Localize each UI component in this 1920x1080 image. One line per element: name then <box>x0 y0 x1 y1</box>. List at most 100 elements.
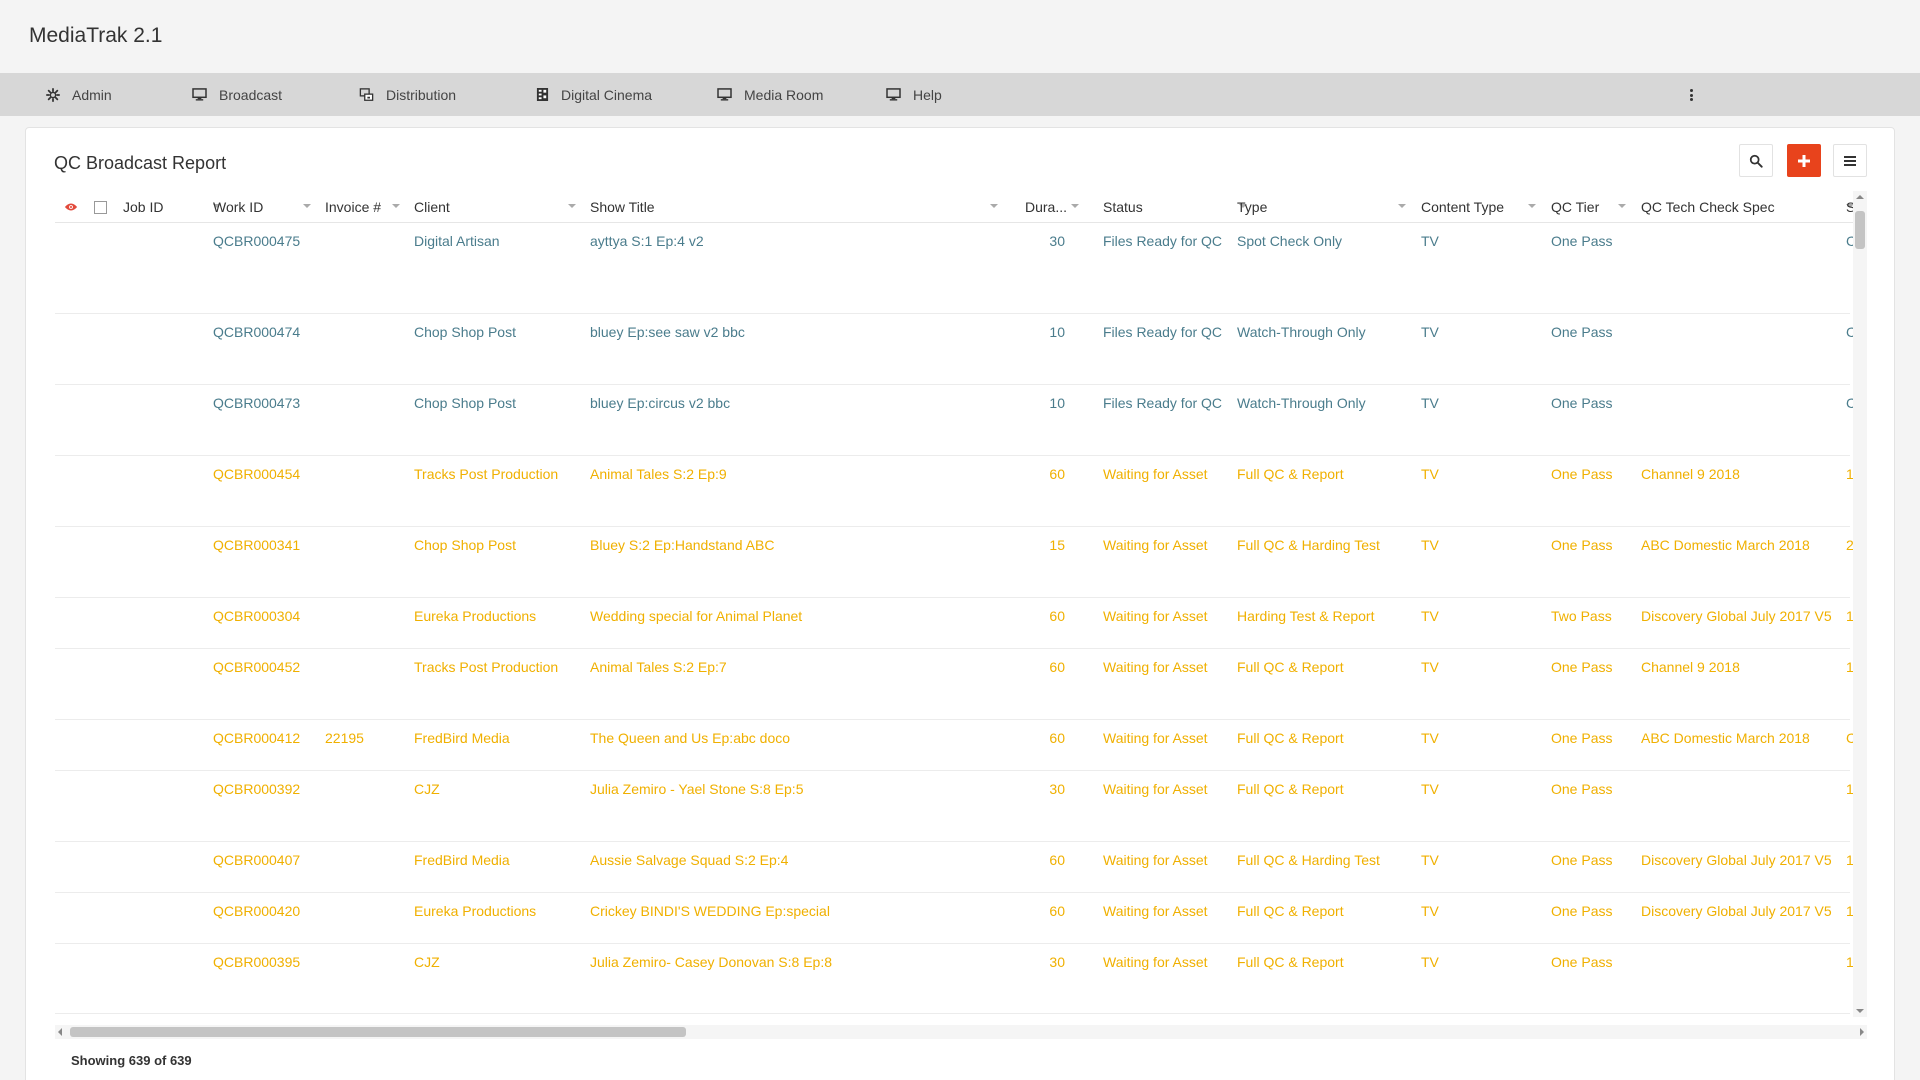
cell-content-type: TV <box>1421 466 1439 482</box>
table-row[interactable]: QCBR000452 Tracks Post Production Animal T… <box>55 649 1854 720</box>
cell-client: Tracks Post Production <box>414 466 559 482</box>
vertical-scrollbar[interactable] <box>1853 191 1867 1017</box>
scroll-left-icon[interactable] <box>58 1028 62 1036</box>
cell-show-title: bluey Ep:see saw v2 bbc <box>590 324 745 340</box>
report-grid: Job ID Work ID Invoice # Client Show Tit… <box>55 191 1858 1015</box>
cell-client: Digital Artisan <box>414 233 500 249</box>
sort-arrow-icon[interactable] <box>990 204 998 208</box>
cell-work-id: QCBR000473 <box>213 395 301 411</box>
nav-item-broadcast[interactable]: Broadcast <box>192 73 282 116</box>
eye-icon[interactable] <box>64 191 80 223</box>
cell-duration: 15 <box>1049 537 1065 553</box>
col-header-client[interactable]: Client <box>414 191 554 223</box>
cell-show-title: Julia Zemiro- Casey Donovan S:8 Ep:8 <box>590 954 832 970</box>
monitor-icon <box>717 88 732 101</box>
col-header-work-id[interactable]: Work ID <box>213 191 293 223</box>
cell-duration: 60 <box>1049 730 1065 746</box>
sort-arrow-icon[interactable] <box>1398 204 1406 208</box>
cell-type: Harding Test & Report <box>1237 608 1375 624</box>
scroll-right-icon[interactable] <box>1860 1028 1864 1036</box>
nav-item-digital-cinema[interactable]: Digital Cinema <box>536 73 652 116</box>
cell-work-id: QCBR000475 <box>213 233 301 249</box>
cell-show-title: Animal Tales S:2 Ep:9 <box>590 466 727 482</box>
cell-qc-tech-check-spec: ABC Domestic March 2018 <box>1641 537 1810 553</box>
cell-content-type: TV <box>1421 608 1439 624</box>
table-row[interactable]: QCBR000473 Chop Shop Post bluey Ep:circus … <box>55 385 1856 456</box>
search-button[interactable] <box>1739 144 1773 177</box>
column-menu-button[interactable] <box>1833 144 1867 177</box>
table-row[interactable]: QCBR000474 Chop Shop Post bluey Ep:see saw… <box>55 314 1856 385</box>
cell-type: Watch-Through Only <box>1237 395 1366 411</box>
cell-invoice: 22195 <box>325 730 364 746</box>
sort-arrow-icon[interactable] <box>1528 204 1536 208</box>
table-row[interactable]: QCBR000475 Digital Artisan ayttya S:1 Ep:4… <box>55 223 1856 314</box>
sort-arrow-icon[interactable] <box>303 204 311 208</box>
col-header-content-type[interactable]: Content Type <box>1421 191 1521 223</box>
cell-status: Files Ready for QC <box>1103 324 1223 340</box>
cell-show-title: Julia Zemiro - Yael Stone S:8 Ep:5 <box>590 781 804 797</box>
add-button[interactable] <box>1787 144 1821 177</box>
nav-item-distribution[interactable]: Distribution <box>359 73 456 116</box>
table-row[interactable]: QCBR000304 Eureka Productions Wedding spec… <box>55 598 1854 649</box>
cell-content-type: TV <box>1421 730 1439 746</box>
kebab-menu-icon[interactable] <box>1686 86 1696 104</box>
sort-arrow-icon[interactable] <box>392 204 400 208</box>
cell-work-id: QCBR000407 <box>213 852 301 868</box>
cell-show-title: Bluey S:2 Ep:Handstand ABC <box>590 537 775 553</box>
cell-client: Tracks Post Production <box>414 659 559 675</box>
nav-item-media-room[interactable]: Media Room <box>717 73 823 116</box>
sort-arrow-icon[interactable] <box>1071 204 1079 208</box>
cell-qc-tier: One Pass <box>1551 852 1613 868</box>
col-header-qc-tech-check-spec[interactable]: QC Tech Check Spec <box>1641 191 1801 223</box>
nav-item-admin[interactable]: Admin <box>46 73 112 116</box>
cell-content-type: TV <box>1421 233 1439 249</box>
table-row[interactable]: QCBR000412 22195 FredBird Media The Queen a… <box>55 720 1856 771</box>
cell-status: Waiting for Asset <box>1103 903 1208 919</box>
table-row[interactable]: QCBR000407 FredBird Media Aussie Salvage S… <box>55 842 1854 893</box>
table-row[interactable]: QCBR000392 CJZ Julia Zemiro - Yael Stone S… <box>55 771 1854 842</box>
col-header-status[interactable]: Status <box>1103 191 1203 223</box>
table-row[interactable]: QCBR000454 Tracks Post Production Animal T… <box>55 456 1854 527</box>
sort-arrow-icon[interactable] <box>1618 204 1626 208</box>
sort-arrow-icon[interactable] <box>568 204 576 208</box>
cell-show-title: bluey Ep:circus v2 bbc <box>590 395 731 411</box>
select-all-checkbox[interactable] <box>94 191 110 223</box>
cell-client: Eureka Productions <box>414 608 537 624</box>
col-header-job-id[interactable]: Job ID <box>123 191 203 223</box>
col-header-duration[interactable]: Dura... <box>1025 191 1069 223</box>
monitor-icon <box>192 88 207 101</box>
report-panel: QC Broadcast Report Job ID Work ID Invoi… <box>25 127 1895 1080</box>
table-row[interactable]: QCBR000341 Chop Shop Post Bluey S:2 Ep:Han… <box>55 527 1854 598</box>
app-header: MediaTrak 2.1 <box>0 0 1920 73</box>
nav-label-digital-cinema: Digital Cinema <box>561 86 653 103</box>
gear-icon <box>46 87 60 102</box>
col-header-show-title[interactable]: Show Title <box>590 191 890 223</box>
table-row[interactable]: QCBR000395 CJZ Julia Zemiro- Casey Donovan… <box>55 944 1854 1014</box>
vertical-scrollbar-thumb[interactable] <box>1855 211 1865 249</box>
cell-qc-tech-check-spec: Channel 9 2018 <box>1641 659 1740 675</box>
cell-content-type: TV <box>1421 324 1439 340</box>
col-header-invoice[interactable]: Invoice # <box>325 191 381 223</box>
cell-work-id: QCBR000474 <box>213 324 301 340</box>
film-icon <box>536 88 549 101</box>
nav-label-media-room: Media Room <box>744 86 824 103</box>
cell-duration: 30 <box>1049 781 1065 797</box>
horizontal-scrollbar-thumb[interactable] <box>70 1027 686 1037</box>
table-row[interactable]: QCBR000420 Eureka Productions Crickey BIND… <box>55 893 1854 944</box>
cell-type: Watch-Through Only <box>1237 324 1366 340</box>
plus-icon <box>1798 154 1810 167</box>
cell-duration: 10 <box>1049 395 1065 411</box>
scroll-up-icon[interactable] <box>1856 195 1864 199</box>
col-header-qc-tier[interactable]: QC Tier <box>1551 191 1611 223</box>
hamburger-menu-icon <box>1844 155 1856 166</box>
cell-status: Files Ready for QC <box>1103 233 1223 249</box>
cell-client: Eureka Productions <box>414 903 537 919</box>
col-header-type[interactable]: Type <box>1237 191 1357 223</box>
cell-client: FredBird Media <box>414 852 510 868</box>
scroll-down-icon[interactable] <box>1856 1009 1864 1013</box>
nav-item-help[interactable]: Help <box>886 73 942 116</box>
cell-duration: 60 <box>1049 466 1065 482</box>
cell-qc-tier: One Pass <box>1551 395 1613 411</box>
horizontal-scrollbar[interactable] <box>55 1025 1867 1039</box>
cell-duration: 60 <box>1049 659 1065 675</box>
